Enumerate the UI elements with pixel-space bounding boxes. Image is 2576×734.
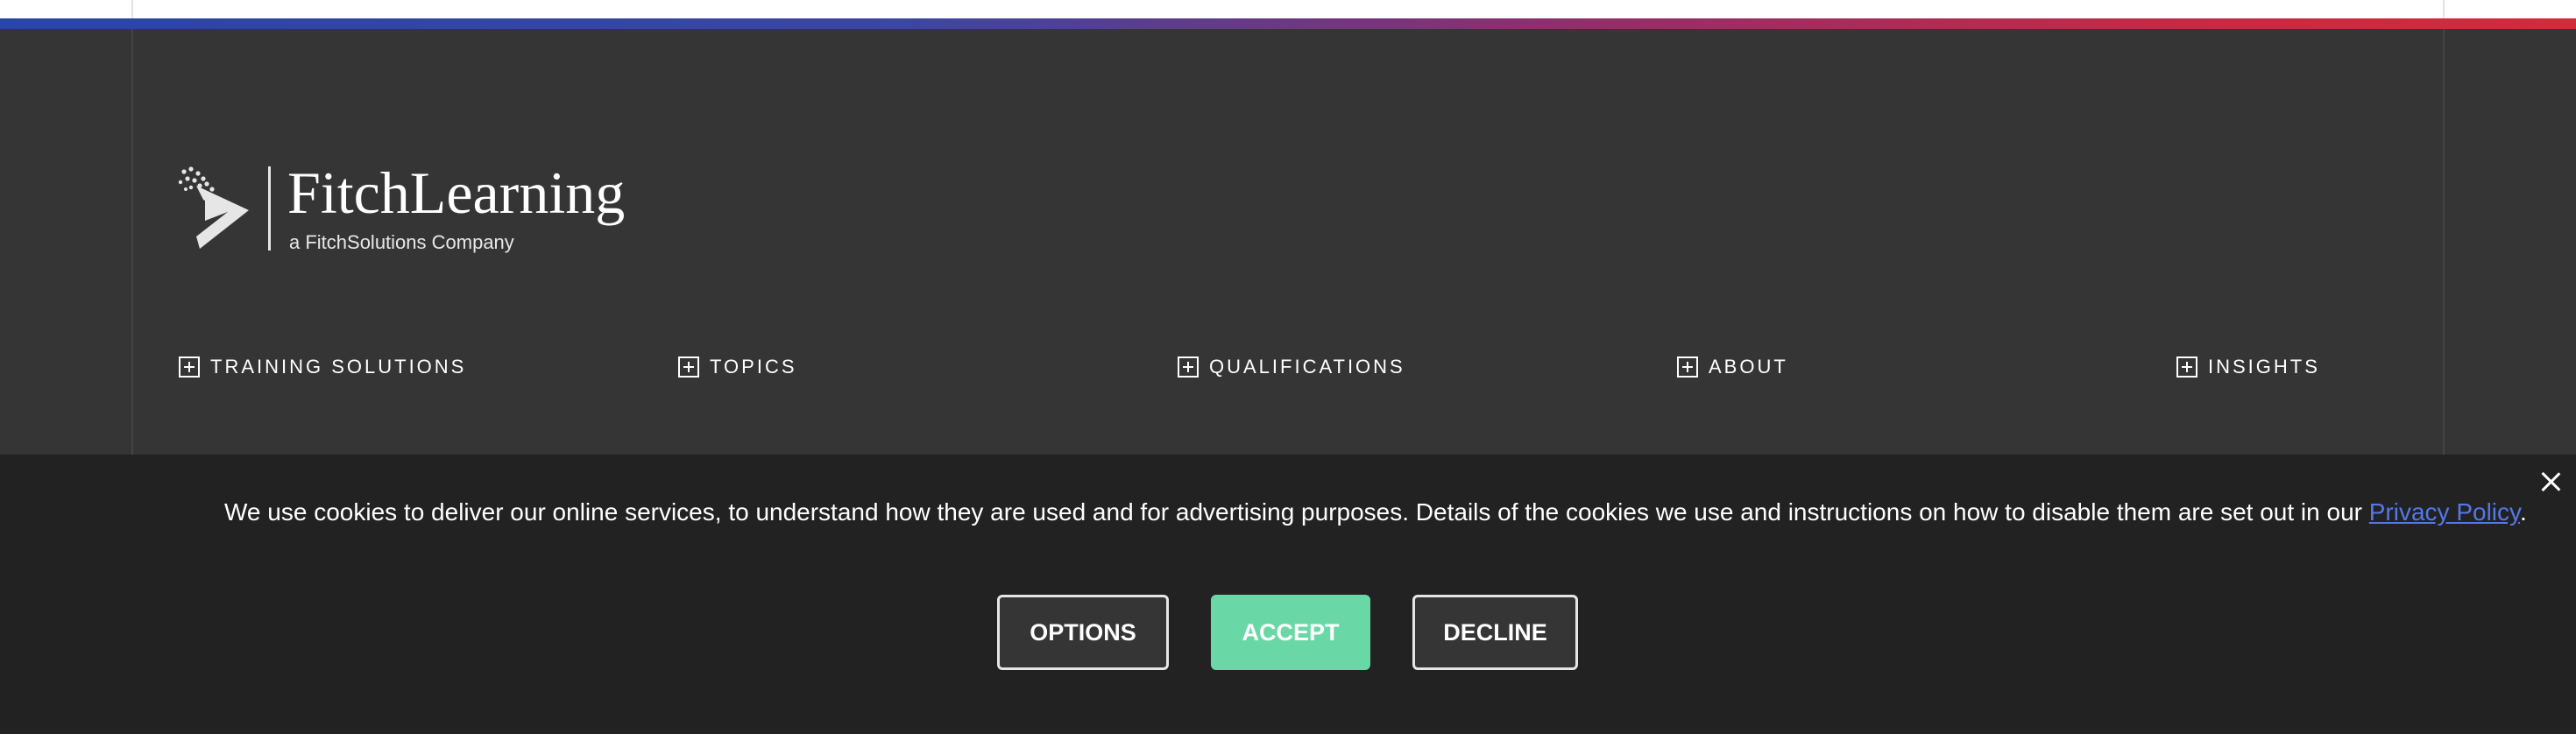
nav-item-label: QUALIFICATIONS bbox=[1209, 356, 1405, 378]
top-page-strip bbox=[0, 0, 2576, 18]
close-icon[interactable] bbox=[2537, 469, 2564, 495]
decline-button[interactable]: DECLINE bbox=[1412, 595, 1578, 670]
logo-subtitle: a FitchSolutions Company bbox=[289, 231, 514, 253]
cookie-message-end: . bbox=[2519, 498, 2527, 526]
accept-button[interactable]: ACCEPT bbox=[1211, 595, 1370, 670]
fitch-learning-logo[interactable]: FitchLearning a FitchSolutions Company bbox=[177, 137, 633, 259]
nav-item-qualifications[interactable]: QUALIFICATIONS bbox=[1178, 352, 1405, 382]
nav-item-label: TRAINING SOLUTIONS bbox=[210, 356, 467, 378]
nav-item-label: INSIGHTS bbox=[2208, 356, 2320, 378]
layout-guide-line bbox=[131, 0, 133, 18]
nav-item-training-solutions[interactable]: TRAINING SOLUTIONS bbox=[179, 352, 466, 382]
nav-item-about[interactable]: ABOUT bbox=[1677, 352, 1788, 382]
plus-square-icon bbox=[678, 356, 699, 378]
brand-gradient-bar bbox=[0, 18, 2576, 29]
nav-item-insights[interactable]: INSIGHTS bbox=[2176, 352, 2320, 382]
cookie-message-text: We use cookies to deliver our online ser… bbox=[224, 498, 2369, 526]
nav-item-topics[interactable]: TOPICS bbox=[678, 352, 797, 382]
logo-name: FitchLearning bbox=[287, 159, 626, 226]
plus-square-icon bbox=[1178, 356, 1199, 378]
plus-square-icon bbox=[1677, 356, 1698, 378]
logo-divider bbox=[268, 166, 271, 251]
layout-guide-line bbox=[2443, 0, 2445, 18]
layout-guide-line bbox=[131, 29, 133, 455]
plus-square-icon bbox=[2176, 356, 2197, 378]
logo-arrow-icon bbox=[178, 166, 249, 249]
cookie-consent-banner: We use cookies to deliver our online ser… bbox=[0, 455, 2576, 734]
privacy-policy-link[interactable]: Privacy Policy bbox=[2369, 498, 2520, 526]
nav-item-label: ABOUT bbox=[1709, 356, 1788, 378]
cookie-message: We use cookies to deliver our online ser… bbox=[224, 497, 2527, 528]
layout-guide-line bbox=[2443, 29, 2445, 455]
options-button[interactable]: OPTIONS bbox=[997, 595, 1169, 670]
plus-square-icon bbox=[179, 356, 200, 378]
nav-item-label: TOPICS bbox=[710, 356, 797, 378]
